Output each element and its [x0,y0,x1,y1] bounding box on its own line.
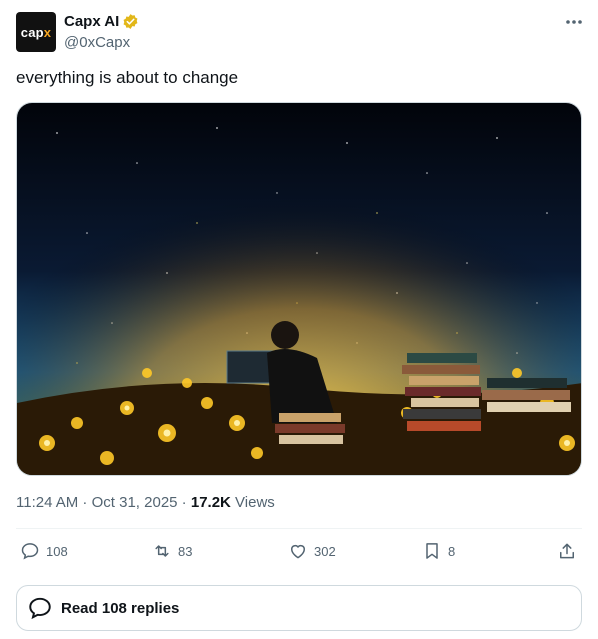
more-options-icon[interactable] [564,12,584,32]
meta-separator: · [177,494,191,511]
divider [16,528,582,529]
media-illustration [17,103,581,475]
avatar[interactable]: cap x [16,12,56,52]
share-icon [560,543,574,559]
bookmark-icon [426,543,438,559]
repost-icon [155,545,169,557]
views-label: Views [230,494,275,511]
replies-icon [29,597,51,620]
meta-separator: · [78,494,92,511]
author-display-name[interactable]: Capx AI [64,13,119,30]
author-handle[interactable]: @0xCapx [64,34,130,51]
tweet-media-image[interactable] [16,102,582,476]
bookmark-count: 8 [448,543,456,559]
tweet-meta: 11:24 AM · Oct 31, 2025 · 17.2K Views [16,494,275,511]
verified-badge-icon [123,14,138,29]
avatar-logo-accent: x [43,24,52,40]
reply-icon [21,543,39,560]
tweet-date[interactable]: Oct 31, 2025 [92,494,178,511]
author-name-row: Capx AI [64,13,139,30]
repost-count: 83 [178,543,193,559]
like-button[interactable]: 302 [288,541,336,561]
bookmark-button[interactable]: 8 [422,541,455,561]
share-button[interactable] [557,541,583,561]
views-count: 17.2K [190,494,231,511]
tweet-text: everything is about to change [16,68,239,87]
reply-count: 108 [46,543,68,559]
like-count: 302 [314,543,336,559]
read-replies-label: Read 108 replies [61,599,180,617]
heart-icon [291,544,305,559]
read-replies-button[interactable]: Read 108 replies [16,585,582,631]
avatar-logo-text: cap [20,24,44,40]
tweet-actions-bar: 108 83 302 8 [16,541,582,567]
tweet-time[interactable]: 11:24 AM [16,494,78,511]
reply-button[interactable]: 108 [20,541,68,561]
repost-button[interactable]: 83 [152,541,192,561]
